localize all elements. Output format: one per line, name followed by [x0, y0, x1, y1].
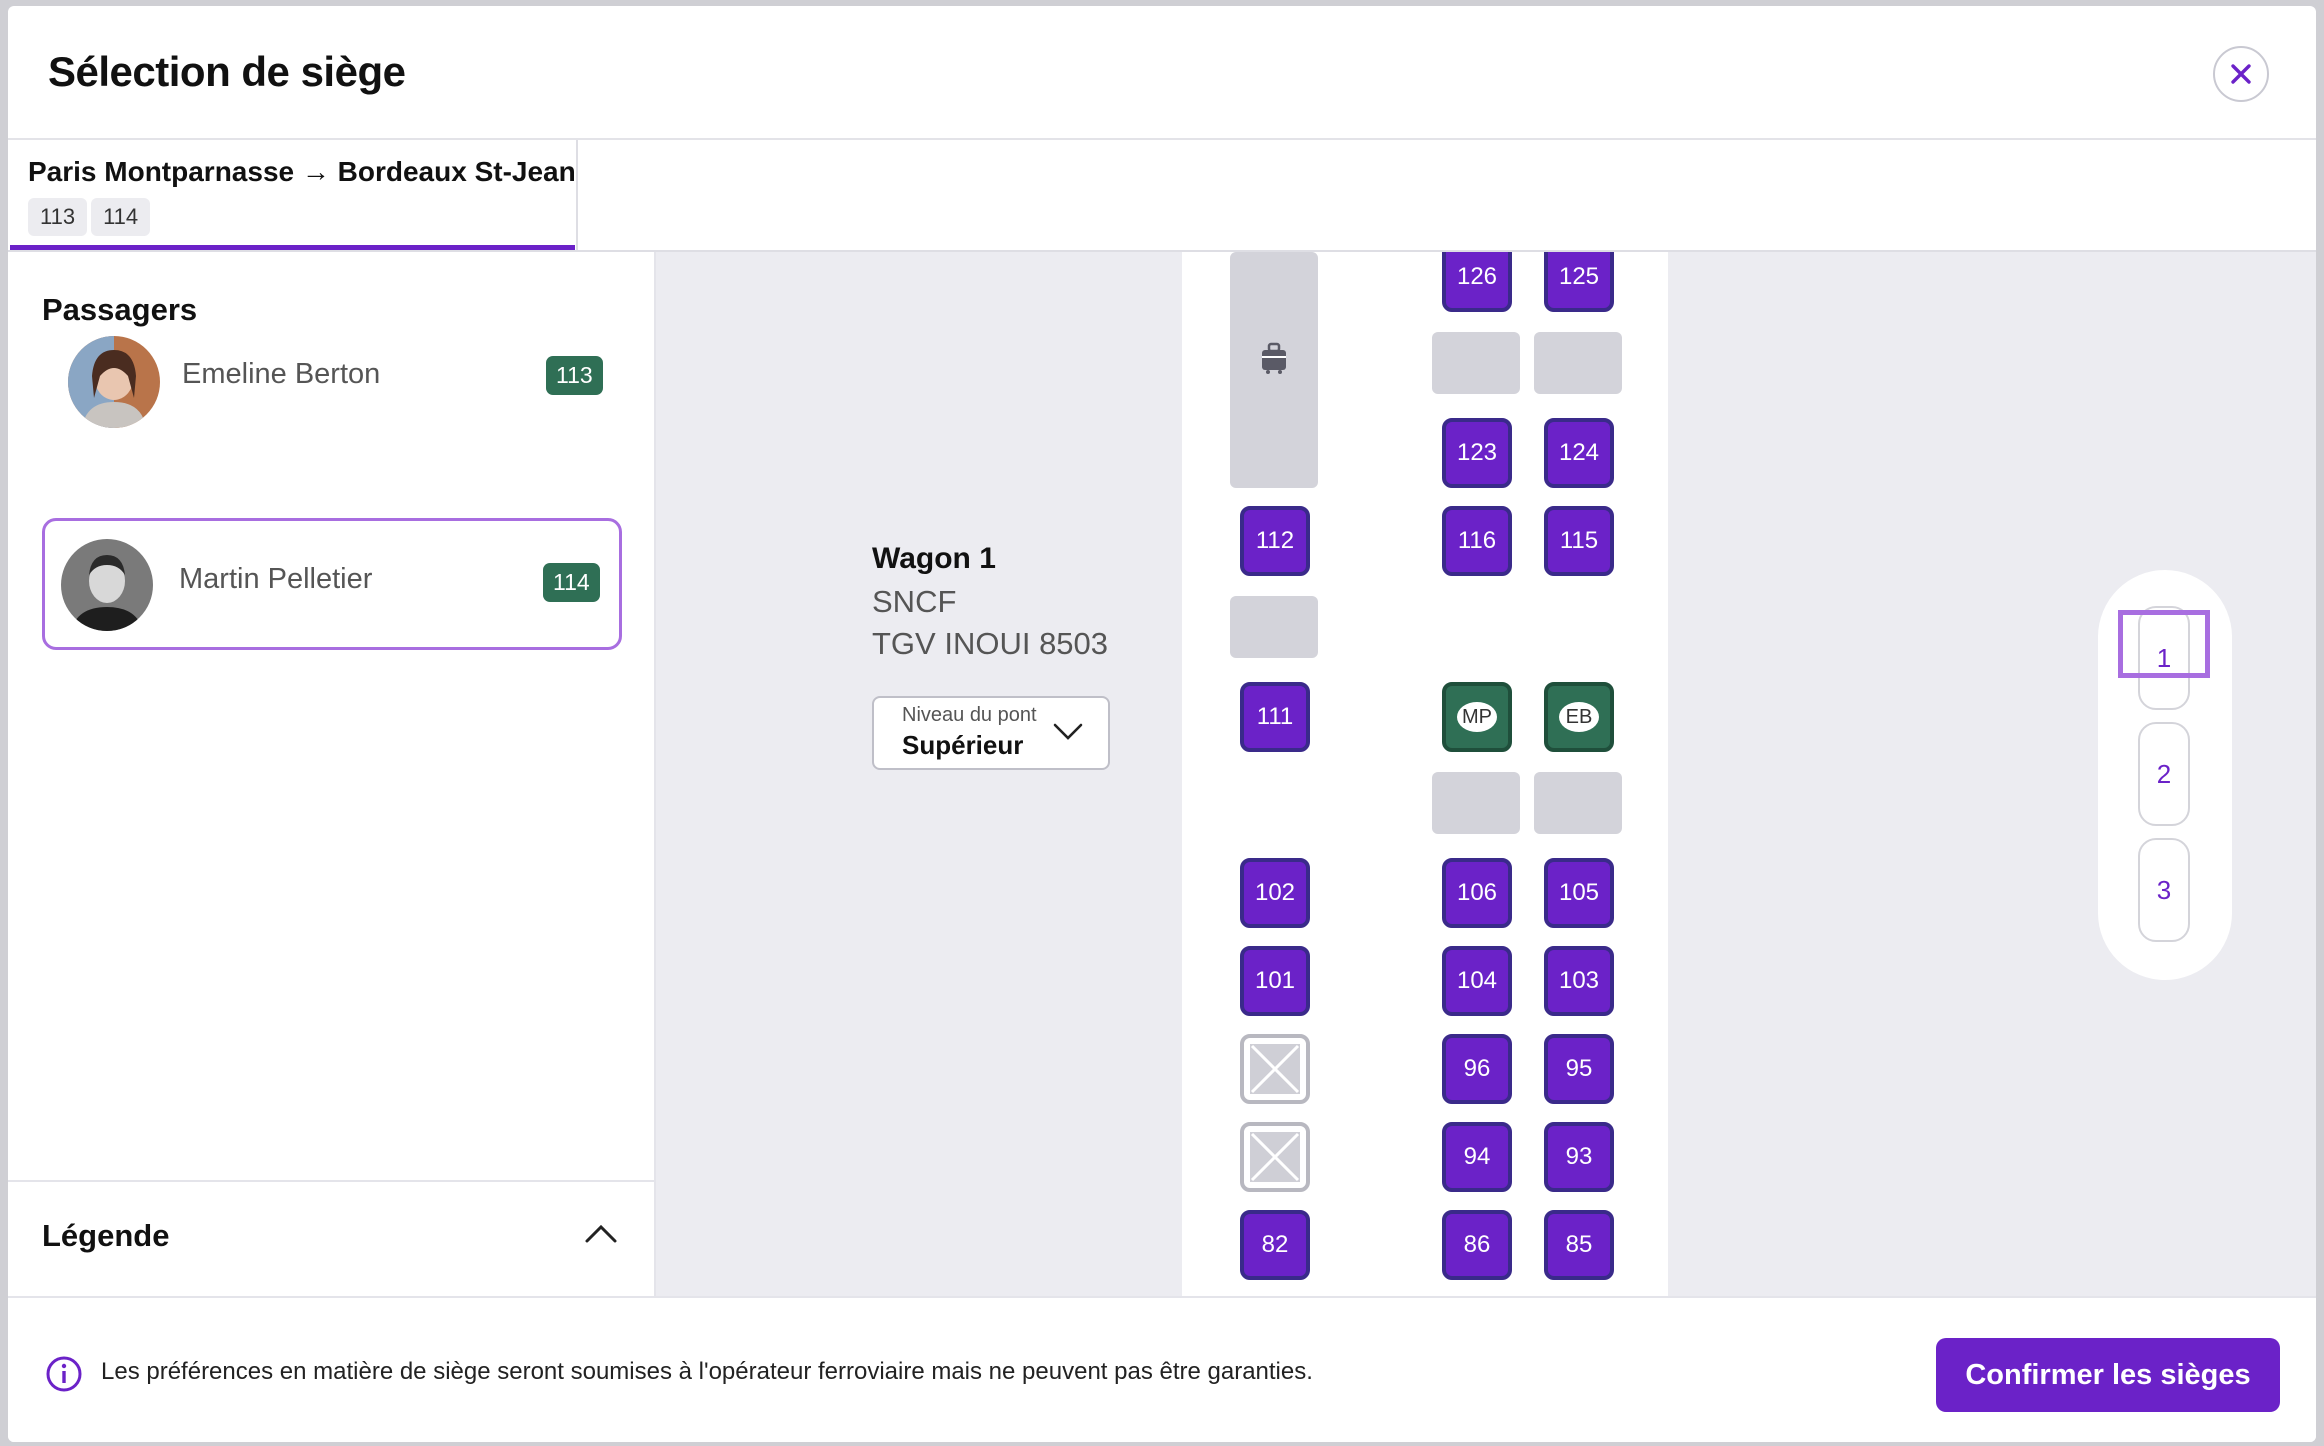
- unavailable-icon: [1250, 1132, 1300, 1182]
- passenger-seat-badge: 113: [546, 356, 603, 395]
- wagon-operator: SNCF: [872, 584, 957, 619]
- passenger-card[interactable]: Emeline Berton 113: [42, 328, 622, 460]
- seat-chip: 113: [28, 198, 88, 236]
- passengers-sidebar: Passagers Emeline Berton 113 Martin Pell…: [8, 252, 656, 1296]
- tab-active-indicator: [10, 245, 575, 250]
- seat[interactable]: 103: [1544, 946, 1614, 1016]
- chevron-up-icon: [585, 1224, 617, 1243]
- avatar: [61, 539, 153, 631]
- info-icon: [46, 1356, 82, 1392]
- unavailable-seat: [1240, 1122, 1310, 1192]
- seat[interactable]: 105: [1544, 858, 1614, 928]
- avatar: [68, 336, 160, 428]
- tab-journey[interactable]: Paris Montparnasse → Bordeaux St-Jean 11…: [8, 140, 578, 250]
- dialog-title: Sélection de siège: [48, 48, 406, 95]
- table: [1432, 332, 1520, 394]
- wagon-info: Wagon 1 SNCF TGV INOUI 8503: [872, 542, 1108, 668]
- seat[interactable]: 86: [1442, 1210, 1512, 1280]
- deck-value: Supérieur: [902, 730, 1024, 760]
- seat[interactable]: 102: [1240, 858, 1310, 928]
- seat[interactable]: 82: [1240, 1210, 1310, 1280]
- seat[interactable]: 126: [1442, 252, 1512, 312]
- wagon-minimap: 1 2 3: [2098, 570, 2232, 980]
- passenger-name: Martin Pelletier: [179, 563, 373, 595]
- seat[interactable]: 104: [1442, 946, 1512, 1016]
- passenger-seat-badge: 114: [543, 563, 600, 602]
- seat[interactable]: 93: [1544, 1122, 1614, 1192]
- seat[interactable]: 112: [1240, 506, 1310, 576]
- confirm-seats-button[interactable]: Confirmer les sièges: [1936, 1338, 2280, 1412]
- table: [1534, 332, 1622, 394]
- chevron-down-icon: [1053, 723, 1083, 740]
- wagon-name: Wagon 1: [872, 542, 996, 575]
- table: [1230, 596, 1318, 658]
- seat[interactable]: 96: [1442, 1034, 1512, 1104]
- passenger-card-selected[interactable]: Martin Pelletier 114: [42, 518, 622, 650]
- seat[interactable]: 111: [1240, 682, 1310, 752]
- seat[interactable]: 123: [1442, 418, 1512, 488]
- seat-map: Wagon 1 SNCF TGV INOUI 8503 Niveau du po…: [656, 252, 2316, 1296]
- dialog-footer: Les préférences en matière de siège sero…: [8, 1296, 2316, 1442]
- seat[interactable]: 124: [1544, 418, 1614, 488]
- seat[interactable]: 94: [1442, 1122, 1512, 1192]
- passengers-title: Passagers: [42, 292, 198, 327]
- deck-label: Niveau du pont: [902, 704, 1037, 726]
- unavailable-icon: [1250, 1044, 1300, 1094]
- dialog-header: Sélection de siège: [8, 6, 2316, 140]
- occupant-initials: EB: [1559, 702, 1599, 732]
- minimap-car[interactable]: 3: [2138, 838, 2190, 942]
- tab-seat-chips: 113 114: [28, 198, 151, 236]
- occupied-seat: MP: [1442, 682, 1512, 752]
- wagon-layout: 112 111 102 101 82 126 123 116 MP 106 10…: [1182, 252, 1668, 1296]
- legend-toggle[interactable]: Légende: [8, 1180, 654, 1296]
- seat[interactable]: 115: [1544, 506, 1614, 576]
- wagon-train: TGV INOUI 8503: [872, 626, 1109, 661]
- tab-route-label: Paris Montparnasse → Bordeaux St-Jean: [28, 156, 576, 187]
- seat-chip: 114: [91, 198, 151, 236]
- seat[interactable]: 95: [1544, 1034, 1614, 1104]
- seat[interactable]: 106: [1442, 858, 1512, 928]
- seat[interactable]: 125: [1544, 252, 1614, 312]
- close-icon: [2231, 64, 2251, 84]
- minimap-car[interactable]: 2: [2138, 722, 2190, 826]
- deck-level-select[interactable]: Niveau du pont Supérieur: [872, 696, 1110, 770]
- seat[interactable]: 116: [1442, 506, 1512, 576]
- table: [1534, 772, 1622, 834]
- seat-selection-dialog: Sélection de siège Paris Montparnasse → …: [8, 6, 2316, 1442]
- minimap-selection-frame: [2118, 610, 2210, 678]
- occupied-seat: EB: [1544, 682, 1614, 752]
- occupant-initials: MP: [1457, 702, 1497, 732]
- table: [1432, 772, 1520, 834]
- seat[interactable]: 85: [1544, 1210, 1614, 1280]
- unavailable-seat: [1240, 1034, 1310, 1104]
- seat[interactable]: 101: [1240, 946, 1310, 1016]
- seat-preference-notice: Les préférences en matière de siège sero…: [101, 1358, 1313, 1385]
- passenger-name: Emeline Berton: [182, 358, 381, 390]
- close-button[interactable]: [2213, 46, 2269, 102]
- journey-tabs: Paris Montparnasse → Bordeaux St-Jean 11…: [8, 140, 2316, 252]
- luggage-icon: [1262, 342, 1286, 374]
- legend-title: Légende: [42, 1218, 170, 1253]
